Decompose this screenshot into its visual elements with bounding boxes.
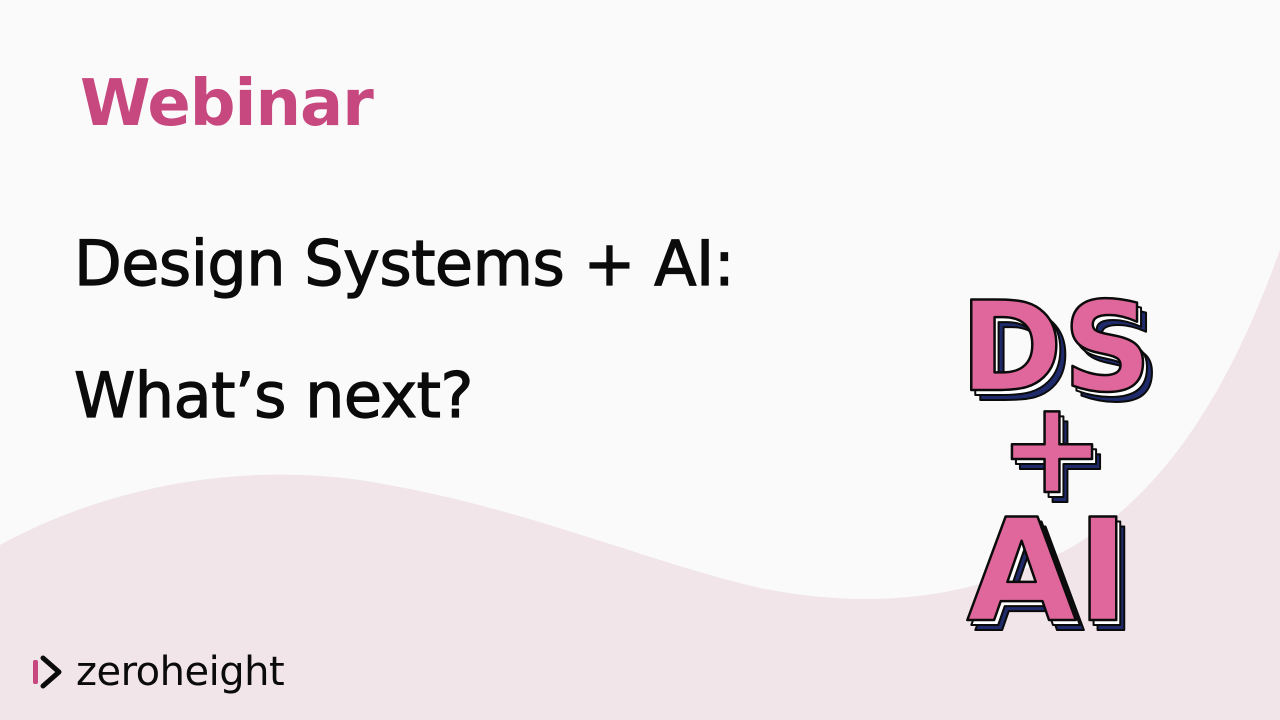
eyebrow-label: Webinar: [80, 67, 374, 141]
slide-title: Design Systems + AI: What’s next?: [73, 198, 914, 462]
zeroheight-logo-icon: [33, 655, 62, 689]
brand-name: zeroheight: [76, 649, 285, 695]
title-line-1: Design Systems + AI:: [73, 226, 735, 300]
badge-ai-text: AI: [967, 489, 1130, 648]
zeroheight-brand: zeroheight: [32, 644, 285, 700]
title-line-2: What’s next?: [73, 358, 474, 432]
ds-plus-ai-badge: DS DS DS + + + AI AI AI: [959, 276, 1163, 648]
webinar-slide: Webinar Design Systems + AI: What’s next…: [0, 0, 1280, 720]
